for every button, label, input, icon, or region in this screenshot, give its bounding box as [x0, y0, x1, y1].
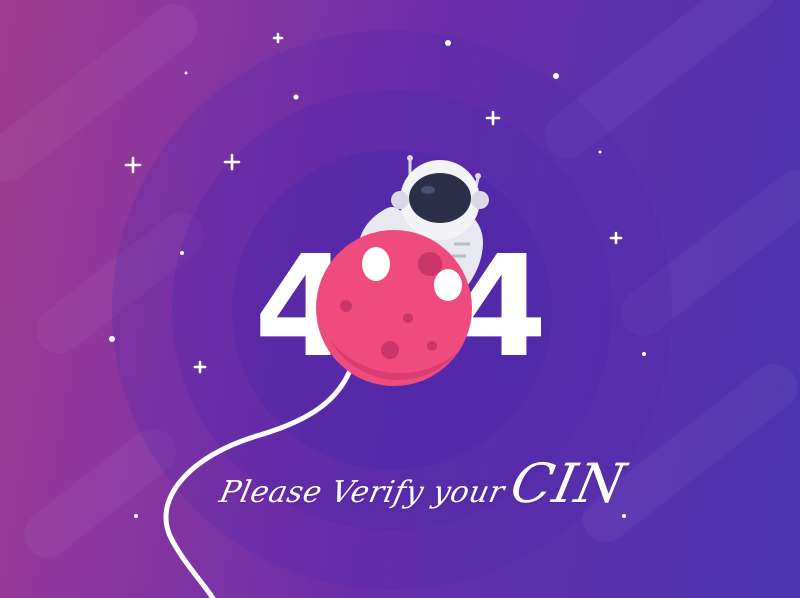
message-lead-text: Please Verify your — [216, 475, 508, 510]
sparkle-icon — [124, 156, 142, 174]
message-emphasis-text: CIN — [505, 452, 632, 515]
error-404-scene: 4 4 Please Verify yourCIN — [0, 0, 800, 598]
verification-message: Please Verify yourCIN — [215, 452, 648, 515]
sparkle-icon — [193, 360, 207, 374]
star-icon — [134, 514, 138, 518]
star-icon — [642, 352, 646, 356]
sparkle-icon — [272, 32, 284, 44]
planet-icon — [316, 230, 472, 386]
sparkle-icon — [485, 110, 501, 126]
star-icon — [598, 150, 602, 154]
star-icon — [553, 73, 559, 79]
star-icon — [109, 336, 115, 342]
sparkle-icon — [609, 231, 623, 245]
star-icon — [445, 40, 451, 46]
star-icon — [293, 94, 299, 100]
star-icon — [184, 71, 188, 75]
star-icon — [180, 251, 184, 255]
sparkle-icon — [223, 153, 241, 171]
